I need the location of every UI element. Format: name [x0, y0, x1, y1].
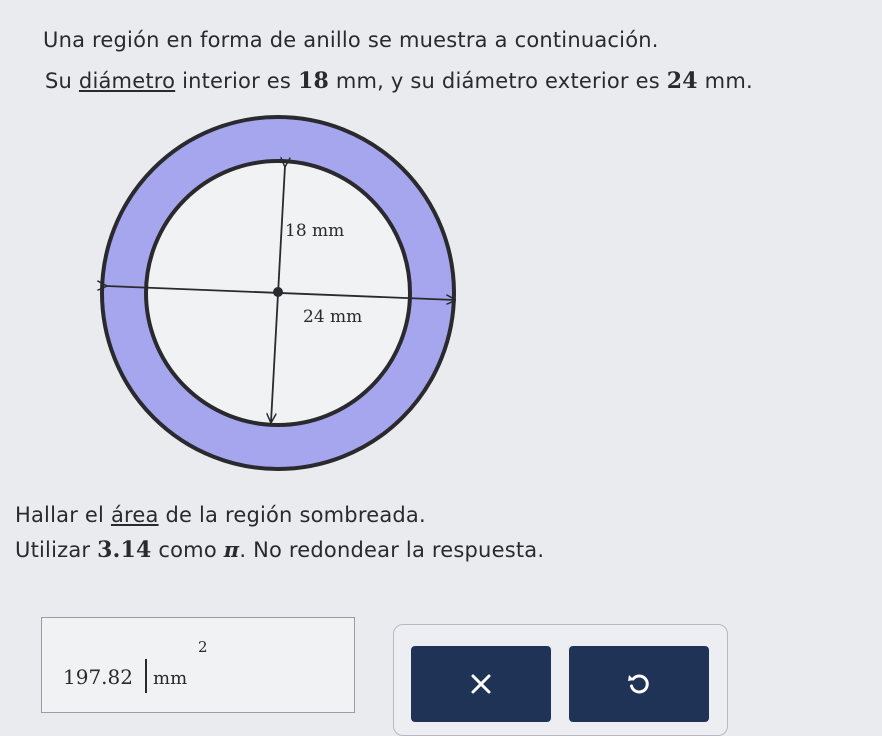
- answer-unit: mm: [153, 668, 188, 689]
- outer-diameter-value: 24: [666, 68, 698, 94]
- text-cursor: [145, 659, 147, 693]
- outer-diameter-label: 24 mm: [303, 307, 362, 327]
- pi-approximation-value: 3.14: [97, 537, 152, 563]
- answer-input[interactable]: 197.82 mm: [63, 655, 187, 693]
- answer-box: 197.82 mm 2: [41, 617, 355, 713]
- area-glossary-link[interactable]: área: [111, 503, 159, 527]
- problem-statement-line-3: Hallar el área de la región sombreada.: [15, 503, 426, 527]
- x-icon: [471, 674, 491, 694]
- problem-statement-line-4: Utilizar 3.14 como π. No redondear la re…: [15, 537, 545, 563]
- clear-button[interactable]: [411, 646, 551, 722]
- problem-statement-line-1: Una región en forma de anillo se muestra…: [43, 28, 659, 52]
- center-point: [273, 287, 283, 297]
- answer-value: 197.82: [63, 665, 133, 689]
- undo-icon: [628, 674, 649, 694]
- pi-symbol: π: [223, 537, 240, 562]
- answer-unit-exponent: 2: [198, 638, 208, 656]
- undo-button[interactable]: [569, 646, 709, 722]
- diametro-glossary-link[interactable]: diámetro: [79, 69, 175, 93]
- inner-diameter-value: 18: [297, 68, 329, 94]
- button-panel: [393, 624, 728, 736]
- inner-diameter-label: 18 mm: [285, 221, 344, 241]
- problem-statement-line-2: Su diámetro interior es 18 mm, y su diám…: [45, 68, 753, 94]
- ring-figure: 18 mm 24 mm: [95, 115, 475, 471]
